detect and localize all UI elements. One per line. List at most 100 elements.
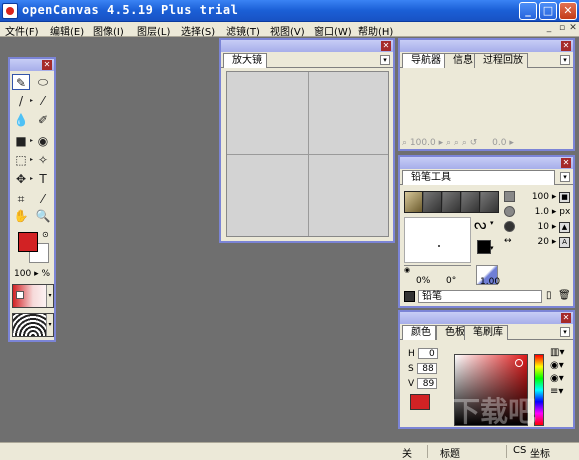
navigator-titlebar[interactable]: ✕ [400, 40, 573, 52]
brush-preset[interactable] [424, 192, 442, 212]
texture-selector[interactable]: ▾ [12, 313, 54, 337]
brush-preset-strip[interactable] [404, 191, 499, 213]
pencil-tool-icon[interactable]: ✎ [12, 74, 30, 90]
zoom-in-icon[interactable]: ⌕ [446, 138, 451, 148]
brush-color-swatch[interactable] [477, 240, 491, 254]
fill-tool-icon[interactable]: ■ [12, 133, 30, 149]
blur-tool-icon[interactable]: ◉ [34, 133, 52, 149]
close-button[interactable]: ✕ [559, 2, 577, 20]
tab-info[interactable]: 信息 [444, 53, 478, 68]
chevron-down-icon[interactable]: ▾ [46, 314, 53, 336]
crop-tool-icon[interactable]: ⌗ [12, 191, 30, 207]
chevron-down-icon[interactable]: ▾ [490, 244, 494, 252]
airbrush-tool-icon[interactable]: ⁄ [34, 93, 52, 109]
pressure-icon[interactable]: ▲ [559, 222, 570, 233]
saturation-value-picker[interactable] [454, 354, 528, 426]
magic-wand-tool-icon[interactable]: ✧ [34, 152, 52, 168]
chevron-down-icon[interactable]: ▸ [30, 152, 35, 168]
brush-close-icon[interactable]: ✕ [561, 158, 571, 168]
zoom-actual-icon[interactable]: ⌕ [462, 138, 467, 148]
hue-slider[interactable] [534, 354, 544, 426]
value-field[interactable]: V 89 [408, 378, 438, 389]
zoom-out-icon[interactable]: ⌕ [402, 138, 407, 148]
navigator-preview[interactable] [404, 71, 569, 137]
new-preset-icon[interactable]: ▯ [546, 290, 552, 301]
stroke-shape-icon[interactable]: ᔓ [474, 217, 486, 233]
zoom-arrow-icon[interactable]: ▸ [439, 138, 444, 148]
move-tool-icon[interactable]: ✥ [12, 171, 30, 187]
toolbox-close-icon[interactable]: ✕ [42, 60, 52, 70]
gradient-selector[interactable]: ▾ [12, 284, 54, 308]
foreground-color-swatch[interactable] [18, 232, 38, 252]
chevron-down-icon[interactable]: ▾ [490, 219, 494, 227]
menu-filter[interactable]: 滤镜(T) [226, 23, 260, 38]
antialias-icon[interactable]: A [559, 237, 570, 248]
navigator-close-icon[interactable]: ✕ [561, 41, 571, 51]
tab-color[interactable]: 颜色 [402, 325, 436, 340]
text-tool-icon[interactable]: T [34, 171, 52, 187]
brush-preset[interactable] [462, 192, 480, 212]
magnifier-titlebar[interactable]: ✕ [221, 40, 393, 52]
angle-arrow-icon[interactable]: ▸ [509, 138, 514, 148]
preset-name-field[interactable]: 铅笔 [418, 290, 542, 303]
magnifier-view[interactable] [226, 71, 389, 237]
hue-field[interactable]: H0 [408, 348, 438, 359]
rotate-icon[interactable]: ↺ [470, 138, 478, 148]
panel-menu-icon[interactable]: ▾ [560, 55, 570, 65]
zoom-fit-icon[interactable]: ⌕ [454, 138, 459, 148]
ellipse-tool-icon[interactable]: ⬭ [34, 74, 52, 90]
select-rect-tool-icon[interactable]: ⬚ [12, 152, 30, 168]
mdi-close-icon[interactable]: ✕ [567, 23, 579, 35]
chevron-down-icon[interactable]: ▾ [46, 285, 53, 307]
color-titlebar[interactable]: ✕ [400, 312, 573, 324]
brush-preset-pencil[interactable] [405, 192, 423, 212]
tab-playback[interactable]: 过程回放 [474, 53, 528, 68]
saturation-field[interactable]: S 88 [408, 363, 437, 374]
color-mode-icons[interactable]: ▥▾ ◉▾ ◉▾ ≡▾ [550, 346, 564, 398]
menu-view[interactable]: 视图(V) [270, 23, 305, 38]
tab-brush-library[interactable]: 笔刷库 [464, 325, 508, 340]
brush-preset[interactable] [481, 192, 499, 212]
zoom-value[interactable]: 100.0 [410, 138, 436, 148]
menu-image[interactable]: 图像(I) [93, 23, 124, 38]
opacity-readout[interactable]: 100 ▸ % [14, 269, 50, 279]
panel-menu-icon[interactable]: ▾ [380, 55, 390, 65]
menu-file[interactable]: 文件(F) [5, 23, 39, 38]
eyedropper-tool-icon[interactable]: ⁄ [34, 191, 52, 207]
blend-mode-icon[interactable]: ■ [559, 192, 570, 203]
tab-navigator[interactable]: 导航器 [402, 53, 446, 68]
minimize-button[interactable]: _ [519, 2, 537, 20]
brush-size[interactable]: 1.0 ▸ px [504, 206, 570, 220]
hand-tool-icon[interactable]: ✋ [12, 208, 30, 224]
opacity-arrow-icon[interactable]: ▸ [34, 269, 39, 279]
angle-value[interactable]: 0.0 [492, 138, 506, 148]
chevron-down-icon[interactable]: ▸ [30, 171, 35, 187]
angle-slider[interactable]: ◉ [404, 265, 471, 274]
brush-tool-icon[interactable]: / [12, 93, 30, 109]
window-titlebar[interactable]: openCanvas 4.5.19 Plus trial _ □ ✕ [0, 0, 579, 22]
tab-magnifier[interactable]: 放大镜 [223, 53, 267, 68]
panel-menu-icon[interactable]: ▾ [560, 327, 570, 337]
color-close-icon[interactable]: ✕ [561, 313, 571, 323]
tab-pencil-tool[interactable]: 铅笔工具 [402, 170, 555, 185]
magnifier-close-icon[interactable]: ✕ [381, 41, 391, 51]
menu-help[interactable]: 帮助(H) [358, 23, 393, 38]
chevron-down-icon[interactable]: ▸ [30, 133, 35, 149]
water-tool-icon[interactable]: 💧 [12, 112, 30, 128]
eraser-tool-icon[interactable]: ✐ [34, 112, 52, 128]
maximize-button[interactable]: □ [539, 2, 557, 20]
picker-marker[interactable] [515, 359, 523, 367]
delete-preset-icon[interactable]: 🗑 [558, 290, 571, 301]
chevron-down-icon[interactable]: ▸ [30, 93, 35, 109]
menu-layer[interactable]: 图层(L) [137, 23, 170, 38]
brush-titlebar[interactable]: ✕ [400, 157, 573, 169]
brush-preset[interactable] [443, 192, 461, 212]
menu-window[interactable]: 窗口(W) [314, 23, 352, 38]
panel-menu-icon[interactable]: ▾ [560, 172, 570, 182]
swap-colors-icon[interactable]: ⊙ [42, 230, 49, 239]
zoom-tool-icon[interactable]: 🔍 [34, 208, 52, 224]
toolbox-titlebar[interactable]: ✕ [10, 59, 54, 71]
current-color-swatch[interactable] [410, 394, 430, 410]
mdi-minimize-icon[interactable]: _ [543, 23, 555, 35]
menu-edit[interactable]: 编辑(E) [50, 23, 84, 38]
